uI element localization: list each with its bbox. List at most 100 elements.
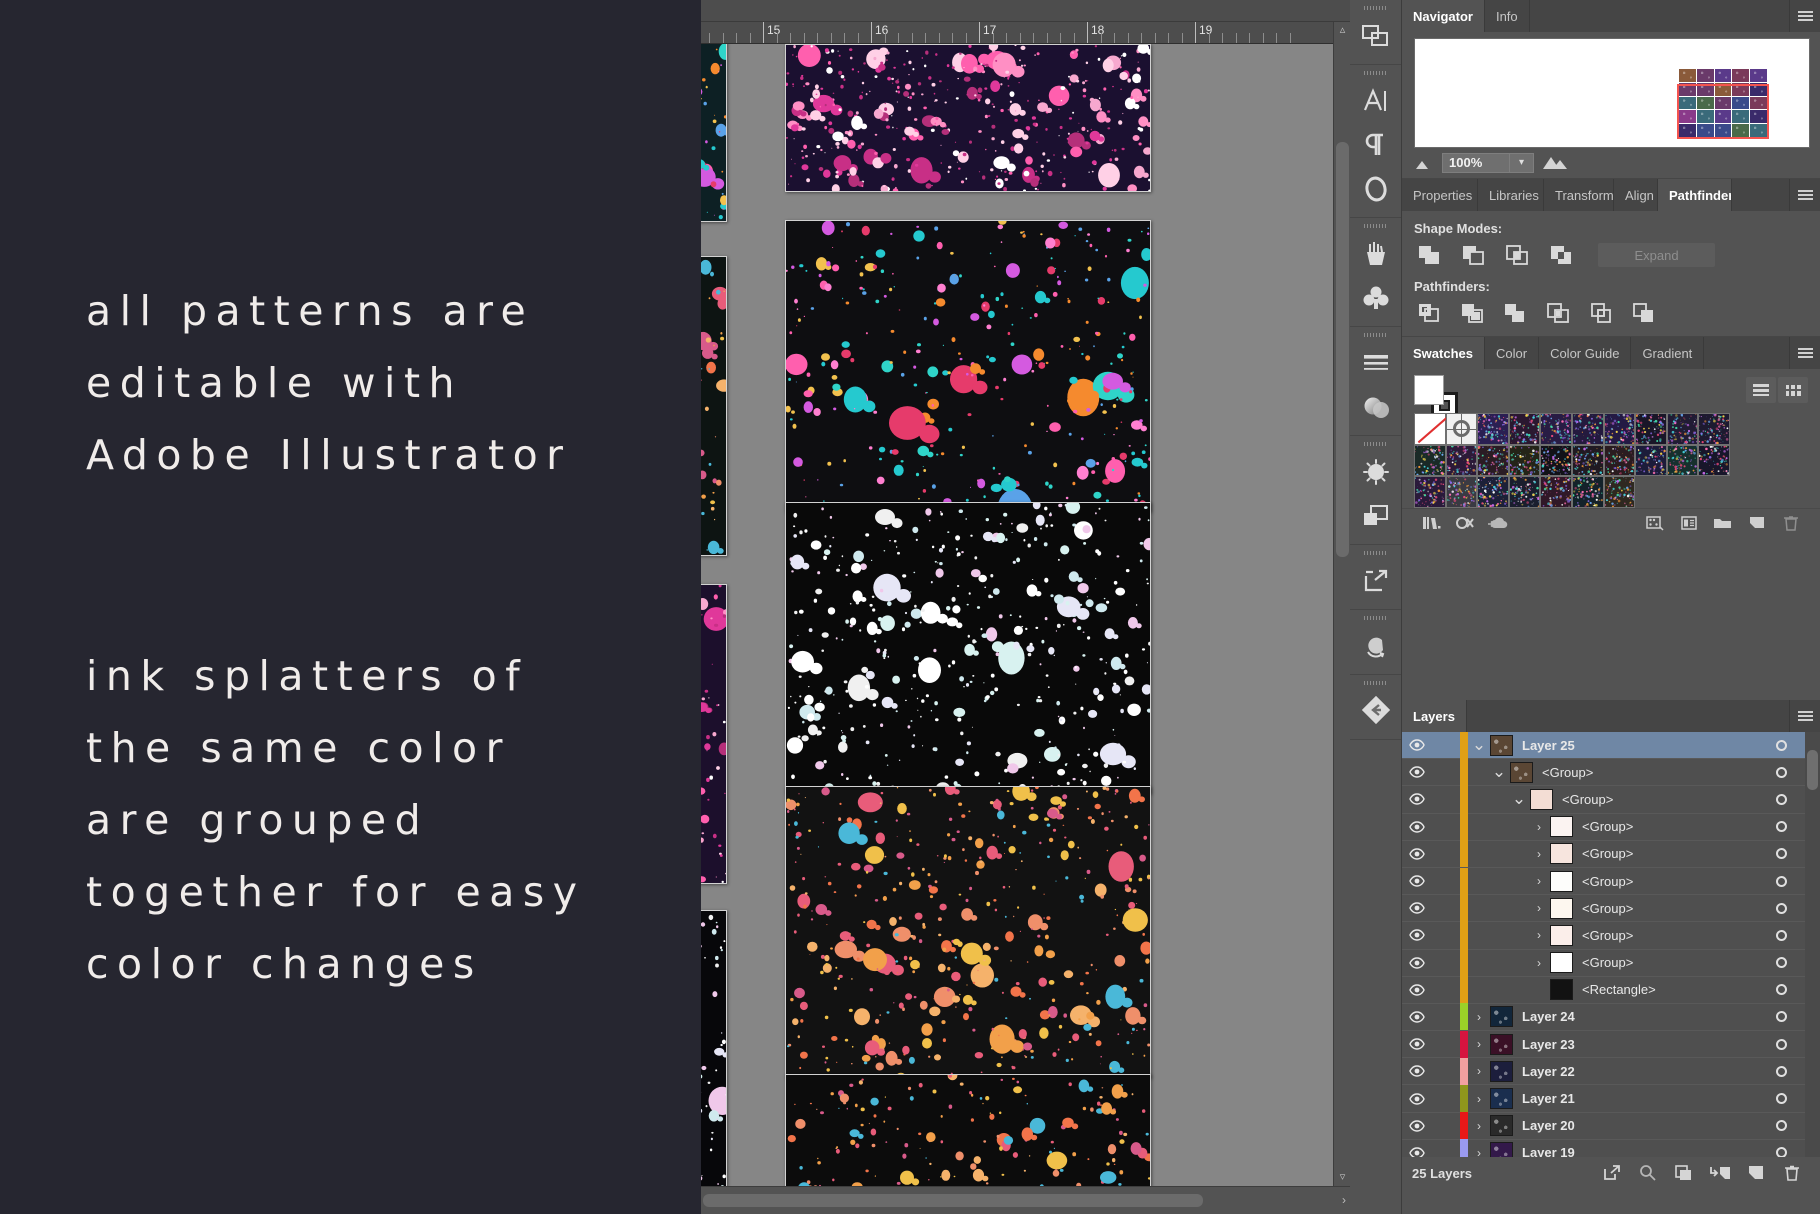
chevron-right-icon[interactable]: › — [1528, 874, 1550, 888]
tab-align[interactable]: Align — [1614, 179, 1658, 211]
layer-thumbnail[interactable] — [1490, 1033, 1513, 1055]
lock-toggle[interactable] — [1432, 950, 1460, 976]
lock-toggle[interactable] — [1432, 814, 1460, 840]
visibility-toggle-eye-icon[interactable] — [1402, 848, 1432, 860]
chevron-right-icon[interactable]: › — [1528, 956, 1550, 970]
lock-toggle[interactable] — [1432, 759, 1460, 785]
swatch-options-icon[interactable] — [1672, 510, 1706, 536]
new-swatch-icon[interactable] — [1740, 510, 1774, 536]
make-clipping-mask-icon[interactable] — [1666, 1160, 1702, 1186]
outline-icon[interactable] — [1586, 300, 1616, 326]
unite-icon[interactable] — [1414, 242, 1444, 268]
target-indicator[interactable] — [1764, 902, 1798, 914]
horizontal-ruler[interactable]: 141516171819 — [701, 22, 1350, 44]
layer-thumbnail[interactable] — [1550, 843, 1573, 865]
list-view-icon[interactable] — [1746, 377, 1776, 403]
pattern-swatch[interactable] — [1540, 444, 1572, 477]
dock-grip[interactable] — [1363, 6, 1388, 10]
lock-toggle[interactable] — [1432, 977, 1460, 1003]
lock-toggle[interactable] — [1432, 841, 1460, 867]
brushes-icon[interactable] — [1350, 232, 1402, 276]
layer-thumbnail[interactable] — [1550, 897, 1573, 919]
layers-footer[interactable]: 25 Layers — [1402, 1157, 1820, 1189]
pattern-swatch[interactable] — [1698, 413, 1730, 445]
scroll-up-arrow[interactable]: ▵ — [1334, 22, 1351, 39]
pattern-swatch[interactable] — [1477, 413, 1509, 445]
layer-name[interactable]: <Group> — [1573, 846, 1764, 861]
lock-toggle[interactable] — [1432, 1031, 1460, 1057]
lock-toggle[interactable] — [1432, 868, 1460, 894]
lock-toggle[interactable] — [1432, 786, 1460, 812]
artboard-partial-left[interactable] — [701, 256, 727, 556]
collapse-panels-icon[interactable] — [1350, 689, 1402, 733]
dock-grip[interactable] — [1363, 71, 1388, 75]
pattern-swatch[interactable] — [1571, 444, 1604, 477]
layer-thumbnail[interactable] — [1490, 1060, 1513, 1082]
pattern-swatch[interactable] — [1477, 476, 1509, 508]
layer-name[interactable]: <Group> — [1553, 792, 1764, 807]
target-indicator[interactable] — [1764, 766, 1798, 778]
target-indicator[interactable] — [1764, 848, 1798, 860]
target-indicator[interactable] — [1764, 739, 1798, 751]
zoom-in-mountain-icon[interactable] — [1542, 156, 1568, 170]
pattern-swatch[interactable] — [1414, 444, 1446, 477]
locate-object-icon[interactable] — [1630, 1160, 1666, 1186]
layers-compare-icon[interactable] — [1350, 14, 1402, 58]
show-kind-icon[interactable] — [1638, 510, 1672, 536]
visibility-toggle-eye-icon[interactable] — [1402, 875, 1432, 887]
pattern-swatch[interactable] — [1635, 444, 1667, 477]
chevron-right-icon[interactable]: › — [1528, 928, 1550, 942]
type-icon[interactable] — [1350, 79, 1402, 123]
shape-modes-row[interactable]: Expand — [1414, 242, 1808, 268]
tab-pathfinder[interactable]: Pathfinder — [1658, 179, 1732, 211]
target-indicator[interactable] — [1764, 875, 1798, 887]
minus-front-icon[interactable] — [1458, 242, 1488, 268]
lock-toggle[interactable] — [1432, 895, 1460, 921]
visibility-toggle-eye-icon[interactable] — [1402, 739, 1432, 751]
visibility-toggle-eye-icon[interactable] — [1402, 820, 1432, 833]
layer-name[interactable]: <Group> — [1573, 819, 1764, 834]
layer-row[interactable]: › <Group> — [1402, 867, 1820, 896]
layer-row[interactable]: › Layer 24 — [1402, 1003, 1820, 1032]
delete-swatch-icon[interactable] — [1774, 510, 1808, 536]
layers-list[interactable]: ⌄ Layer 25 ⌄ <Group> ⌄ <Group> › <Group> › <Group… — [1402, 732, 1820, 1157]
layer-row[interactable]: ⌄ <Group> — [1402, 758, 1820, 787]
asset-export-icon[interactable] — [1350, 559, 1402, 603]
chevron-down-icon[interactable]: ⌄ — [1488, 763, 1510, 780]
layer-thumbnail[interactable] — [1550, 870, 1573, 892]
target-indicator[interactable] — [1764, 957, 1798, 969]
horizontal-scroll-thumb[interactable] — [703, 1194, 1203, 1207]
pattern-swatch[interactable] — [1666, 413, 1699, 445]
layer-row[interactable]: › Layer 19 — [1402, 1139, 1820, 1157]
canvas-horizontal-scrollbar[interactable]: › — [701, 1186, 1350, 1214]
chevron-right-icon[interactable]: › — [1528, 901, 1550, 915]
artboard-square-black[interactable] — [785, 220, 1151, 512]
visibility-toggle-eye-icon[interactable] — [1402, 1092, 1432, 1105]
tab-color[interactable]: Color — [1484, 337, 1540, 369]
layer-row[interactable]: › <Group> — [1402, 921, 1820, 950]
artboard-partial-left[interactable] — [701, 584, 727, 884]
zoom-value[interactable]: 100% — [1443, 154, 1509, 172]
visibility-toggle-eye-icon[interactable] — [1402, 766, 1432, 778]
navigator-tabbar[interactable]: Navigator Info — [1402, 0, 1820, 32]
grid-view-icon[interactable] — [1778, 377, 1808, 403]
layer-thumbnail[interactable] — [1550, 952, 1573, 974]
layer-thumbnail[interactable] — [1530, 788, 1553, 810]
pattern-swatch[interactable] — [1603, 413, 1636, 445]
layer-name[interactable]: <Group> — [1573, 955, 1764, 970]
artboard-partial-left[interactable] — [701, 910, 727, 1186]
zoom-level-combobox[interactable]: 100% ▾ — [1442, 153, 1534, 173]
delete-selection-icon[interactable] — [1774, 1160, 1810, 1186]
layer-name[interactable]: Layer 19 — [1513, 1145, 1764, 1157]
pattern-swatch[interactable] — [1698, 444, 1730, 477]
tab-libraries[interactable]: Libraries — [1478, 179, 1544, 211]
pattern-swatch[interactable] — [1540, 412, 1572, 445]
layer-row[interactable]: › <Group> — [1402, 949, 1820, 977]
registration-swatch[interactable] — [1445, 413, 1478, 445]
target-indicator[interactable] — [1764, 1120, 1798, 1132]
intersect-icon[interactable] — [1502, 242, 1532, 268]
panel-menu-icon[interactable] — [1790, 179, 1820, 211]
layer-thumbnail[interactable] — [1490, 734, 1513, 756]
layer-name[interactable]: <Rectangle> — [1573, 982, 1764, 997]
lock-toggle[interactable] — [1432, 1058, 1460, 1084]
